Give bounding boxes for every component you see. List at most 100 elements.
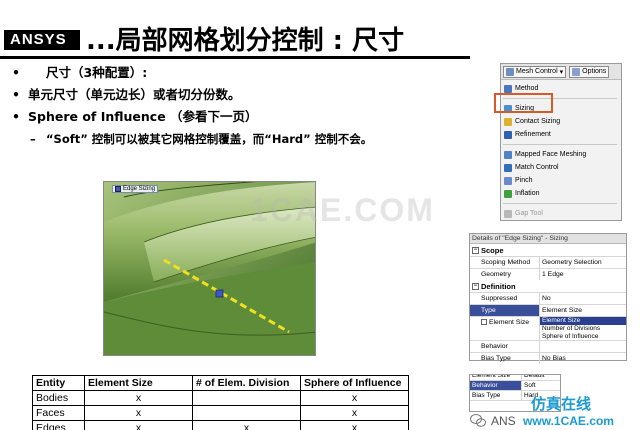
row-key: Behavior bbox=[470, 381, 522, 390]
pinch-icon bbox=[504, 176, 512, 185]
section-definition[interactable]: − Definition bbox=[470, 280, 626, 292]
title-divider bbox=[0, 56, 470, 59]
menu-item-inflation[interactable]: Inflation bbox=[503, 187, 621, 200]
snippet-row-behavior[interactable]: Behavior Soft bbox=[470, 381, 560, 391]
row-key-label: Element Size bbox=[489, 319, 530, 326]
row-scoping-method[interactable]: Scoping Method Geometry Selection bbox=[470, 256, 626, 268]
table-cell: x bbox=[84, 420, 193, 430]
row-bias-type[interactable]: Bias Type No Bias bbox=[470, 352, 626, 364]
section-scope[interactable]: − Scope bbox=[470, 244, 626, 256]
menu-item-label: Refinement bbox=[515, 131, 551, 138]
menu-item-refinement[interactable]: Refinement bbox=[503, 128, 621, 141]
table-cell-entity: Bodies bbox=[32, 390, 85, 406]
type-option[interactable]: Element Size bbox=[540, 317, 626, 325]
row-value: No Bias bbox=[542, 355, 566, 362]
table-header: # of Elem. Division bbox=[192, 375, 301, 391]
watermark: 1CAE.COM bbox=[250, 192, 435, 228]
table-cell bbox=[192, 405, 301, 421]
mesh-control-label: Mesh Control bbox=[516, 68, 558, 75]
row-key: Type bbox=[470, 305, 540, 316]
table-cell-entity: Faces bbox=[32, 405, 85, 421]
bullet-soft-hard: – “Soft” 控制可以被其它网格控制覆盖，而“Hard” 控制不会。 bbox=[12, 128, 492, 150]
footer-site: www.1CAE.com bbox=[523, 414, 614, 428]
mapped-face-icon bbox=[504, 150, 512, 159]
table-cell: x bbox=[300, 405, 409, 421]
table-header: Sphere of Influence bbox=[300, 375, 409, 391]
menu-item-label: Gap Tool bbox=[515, 210, 543, 217]
refinement-icon bbox=[504, 130, 512, 139]
chevron-down-icon: ▾ bbox=[559, 68, 564, 76]
menu-item-label: Match Control bbox=[515, 164, 559, 171]
footer-brand: 仿真在线 bbox=[531, 395, 592, 413]
type-option[interactable]: Number of Divisions bbox=[540, 325, 626, 333]
row-key: Behavior bbox=[470, 341, 540, 352]
table-cell bbox=[192, 390, 301, 406]
row-value: Default bbox=[524, 374, 545, 379]
row-value: Geometry Selection bbox=[542, 259, 602, 266]
gap-tool-icon bbox=[504, 209, 512, 218]
row-key: Suppressed bbox=[470, 293, 540, 304]
row-key: Scoping Method bbox=[470, 257, 540, 268]
menu-toolbar: Mesh Control ▾ Options bbox=[501, 64, 621, 80]
menu-item-match-control[interactable]: Match Control bbox=[503, 161, 621, 174]
row-value: Soft bbox=[524, 382, 536, 389]
options-icon bbox=[572, 67, 581, 76]
bullet-sizing-configs: • 尺寸（3种配置）: bbox=[12, 62, 492, 84]
edge-sizing-swatch bbox=[115, 186, 121, 192]
type-option[interactable]: Sphere of Influence bbox=[540, 333, 626, 341]
menu-item-label: Contact Sizing bbox=[515, 118, 561, 125]
footer-small-text: ANS www.1CAE.com bbox=[491, 414, 614, 428]
bullet-marker: • bbox=[12, 87, 20, 102]
collapse-icon[interactable]: − bbox=[472, 246, 479, 254]
row-geometry[interactable]: Geometry 1 Edge bbox=[470, 268, 626, 280]
menu-item-gap-tool[interactable]: Gap Tool bbox=[503, 207, 621, 220]
row-value: Element Size bbox=[542, 307, 583, 314]
method-icon bbox=[504, 84, 512, 93]
row-type[interactable]: Type Element Size bbox=[470, 304, 626, 316]
match-control-icon bbox=[504, 163, 512, 172]
row-value bbox=[540, 341, 626, 352]
menu-item-label: Pinch bbox=[515, 177, 533, 184]
menu-item-label: Inflation bbox=[515, 190, 540, 197]
checkbox[interactable] bbox=[481, 319, 487, 325]
mesh-control-dropdown[interactable]: Mesh Control ▾ bbox=[503, 65, 567, 78]
sizing-entity-table: Entity Element Size # of Elem. Division … bbox=[32, 375, 409, 430]
edge-sizing-label: Edge Sizing bbox=[123, 186, 156, 192]
row-behavior[interactable]: Behavior bbox=[470, 340, 626, 352]
table-row: Faces x x bbox=[32, 405, 409, 421]
table-cell: x bbox=[300, 390, 409, 406]
table-cell: x bbox=[84, 405, 193, 421]
details-panel: Details of "Edge Sizing" - Sizing − Scop… bbox=[469, 233, 627, 364]
row-key: Geometry bbox=[470, 269, 540, 280]
wechat-icon bbox=[470, 414, 486, 427]
table-cell: x bbox=[300, 420, 409, 430]
row-value: No bbox=[542, 295, 551, 302]
bullet-marker: – bbox=[30, 132, 36, 146]
table-cell: x bbox=[84, 390, 193, 406]
menu-item-contact-sizing[interactable]: Contact Sizing bbox=[503, 115, 621, 128]
bullet-element-size: • 单元尺寸（单元边长）或者切分份数。 bbox=[12, 84, 492, 106]
footer-ans: ANS bbox=[491, 414, 516, 428]
section-label: Scope bbox=[481, 245, 504, 255]
contact-sizing-icon bbox=[504, 117, 512, 126]
details-title: Details of "Edge Sizing" - Sizing bbox=[470, 234, 626, 244]
table-row: Bodies x x bbox=[32, 390, 409, 406]
options-button[interactable]: Options bbox=[569, 65, 610, 78]
sizing-highlight-box bbox=[494, 93, 553, 113]
row-element-size[interactable]: Element Size Element Size Number of Divi… bbox=[470, 316, 626, 340]
bullet-text-bold: Sphere of Influence bbox=[28, 109, 166, 124]
menu-item-pinch[interactable]: Pinch bbox=[503, 174, 621, 187]
bullet-text: 尺寸（3种配置）: bbox=[46, 65, 148, 80]
row-suppressed[interactable]: Suppressed No bbox=[470, 292, 626, 304]
row-value: 1 Edge bbox=[542, 271, 564, 278]
table-cell: x bbox=[192, 420, 301, 430]
table-row: Edges x x x bbox=[32, 420, 409, 430]
table-header: Element Size bbox=[84, 375, 193, 391]
menu-item-label: Method bbox=[515, 85, 539, 92]
row-key: Bias Type bbox=[470, 391, 522, 400]
menu-item-mapped-face-meshing[interactable]: Mapped Face Meshing bbox=[503, 148, 621, 161]
bullet-sphere-of-influence: • Sphere of Influence （参看下一页） bbox=[12, 106, 492, 128]
menu-separator bbox=[503, 144, 617, 145]
collapse-icon[interactable]: − bbox=[472, 282, 479, 290]
bullet-marker: • bbox=[12, 109, 20, 124]
